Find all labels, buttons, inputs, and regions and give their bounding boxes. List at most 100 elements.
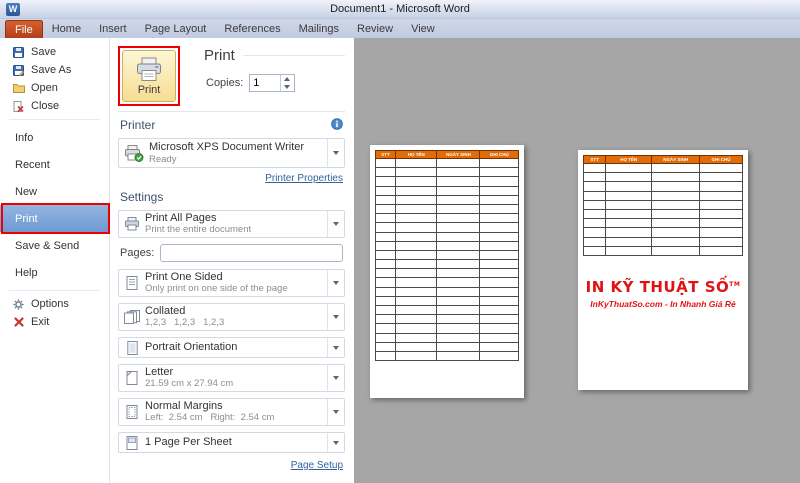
preview-page-1: STTHỌ TÊNNGÀY SINHGHI CHÚ bbox=[370, 145, 524, 398]
nav-label: Info bbox=[15, 132, 33, 144]
options-gear-icon bbox=[12, 299, 25, 310]
preview-page-2: STTHỌ TÊNNGÀY SINHGHI CHÚ IN KỸ THUẬT SỐ… bbox=[578, 150, 748, 390]
pages-input[interactable] bbox=[160, 244, 343, 262]
brand-stamp: IN KỸ THUẬT SỐTM InKyThuatSo.com - In Nh… bbox=[578, 278, 748, 309]
copies-row: Copies: bbox=[206, 74, 345, 92]
page-setup-link[interactable]: Page Setup bbox=[291, 460, 343, 471]
tab-review[interactable]: Review bbox=[348, 20, 402, 38]
printer-icon bbox=[135, 57, 163, 82]
sidebar-item-recent[interactable]: Recent bbox=[0, 151, 109, 178]
word-app-icon: W bbox=[6, 3, 20, 16]
dropdown-arrow-icon bbox=[333, 441, 339, 445]
print-settings-panel: Print Print Copies: Printer bbox=[111, 38, 353, 483]
sidebar-item-help[interactable]: Help bbox=[0, 259, 109, 286]
sidebar-item-label: Options bbox=[31, 298, 69, 310]
sidebar-item-label: Exit bbox=[31, 316, 49, 328]
chevron-down-icon bbox=[284, 85, 290, 89]
info-icon[interactable] bbox=[331, 118, 343, 133]
margins-icon bbox=[119, 405, 145, 419]
duplex-dropdown[interactable]: Print One Sided Only print on one side o… bbox=[118, 269, 345, 297]
printer-section-header: Printer bbox=[120, 118, 343, 132]
collated-pages-icon bbox=[119, 310, 145, 324]
sidebar-separator bbox=[9, 290, 100, 291]
copies-input[interactable] bbox=[250, 75, 280, 91]
dropdown-arrow-icon bbox=[333, 222, 339, 226]
sidebar-item-label: Open bbox=[31, 82, 58, 94]
tab-insert[interactable]: Insert bbox=[90, 20, 136, 38]
paper-size-icon bbox=[119, 371, 145, 385]
print-button[interactable]: Print bbox=[122, 50, 176, 102]
pages-per-sheet-dropdown[interactable]: 1 Page Per Sheet bbox=[118, 432, 345, 453]
preview-table-page-1: STTHỌ TÊNNGÀY SINHGHI CHÚ bbox=[375, 150, 519, 361]
sidebar-item-close[interactable]: Close bbox=[0, 97, 109, 115]
copies-stepper[interactable] bbox=[249, 74, 295, 92]
sidebar-item-new[interactable]: New bbox=[0, 178, 109, 205]
nav-label: Save & Send bbox=[15, 240, 79, 252]
pages-label: Pages: bbox=[120, 247, 154, 259]
collation-dropdown[interactable]: Collated 1,2,3 1,2,3 1,2,3 bbox=[118, 303, 345, 331]
word-window: W Document1 - Microsoft Word File Home I… bbox=[0, 0, 800, 483]
print-section-title: Print bbox=[204, 44, 345, 64]
nav-label: New bbox=[15, 186, 37, 198]
sidebar-item-label: Save bbox=[31, 46, 56, 58]
orientation-dropdown[interactable]: Portrait Orientation bbox=[118, 337, 345, 358]
sidebar-item-options[interactable]: Options bbox=[0, 295, 109, 313]
dropdown-arrow-icon bbox=[333, 151, 339, 155]
margins-dropdown[interactable]: Normal Margins Left: 2.54 cm Right: 2.54… bbox=[118, 398, 345, 426]
printer-status: Ready bbox=[149, 154, 327, 165]
sidebar-item-save-and-send[interactable]: Save & Send bbox=[0, 232, 109, 259]
save-as-icon bbox=[12, 65, 25, 76]
tab-file[interactable]: File bbox=[5, 20, 43, 38]
nav-label: Recent bbox=[15, 159, 50, 171]
copies-increment-button[interactable] bbox=[281, 75, 293, 83]
sidebar-item-label: Save As bbox=[31, 64, 71, 76]
printer-properties-link[interactable]: Printer Properties bbox=[265, 173, 343, 184]
tab-references[interactable]: References bbox=[215, 20, 289, 38]
sidebar-item-info[interactable]: Info bbox=[0, 124, 109, 151]
nav-label: Help bbox=[15, 267, 38, 279]
trademark-symbol: TM bbox=[729, 281, 740, 288]
section-divider bbox=[118, 111, 345, 112]
printer-selector[interactable]: Microsoft XPS Document Writer Ready bbox=[118, 138, 345, 168]
pages-row: Pages: bbox=[120, 244, 343, 262]
tab-home[interactable]: Home bbox=[43, 20, 90, 38]
copies-decrement-button[interactable] bbox=[281, 83, 293, 91]
sidebar-item-label: Close bbox=[31, 100, 59, 112]
portrait-orientation-icon bbox=[119, 341, 145, 355]
dropdown-arrow-icon bbox=[333, 281, 339, 285]
open-folder-icon bbox=[12, 83, 25, 93]
printer-name: Microsoft XPS Document Writer bbox=[149, 141, 327, 154]
exit-icon bbox=[12, 317, 25, 327]
dropdown-arrow-icon bbox=[333, 410, 339, 414]
chevron-up-icon bbox=[284, 77, 290, 81]
tab-page-layout[interactable]: Page Layout bbox=[136, 20, 216, 38]
paper-size-dropdown[interactable]: Letter 21.59 cm x 27.94 cm bbox=[118, 364, 345, 392]
backstage-sidebar: Save Save As Open Close Info Recent bbox=[0, 38, 110, 483]
print-header-section: Print Print Copies: bbox=[118, 44, 345, 108]
sidebar-item-open[interactable]: Open bbox=[0, 79, 109, 97]
sidebar-separator bbox=[9, 119, 100, 120]
brand-stamp-subtitle: InKyThuatSo.com - In Nhanh Giá Rẻ bbox=[578, 299, 748, 309]
pages-per-sheet-icon bbox=[119, 436, 145, 450]
title-bar: W Document1 - Microsoft Word bbox=[0, 0, 800, 19]
ribbon-tab-row: File Home Insert Page Layout References … bbox=[0, 19, 800, 38]
save-icon bbox=[12, 47, 25, 58]
dropdown-arrow-icon bbox=[333, 346, 339, 350]
print-range-dropdown[interactable]: Print All Pages Print the entire documen… bbox=[118, 210, 345, 238]
window-title: Document1 - Microsoft Word bbox=[0, 3, 800, 15]
brand-stamp-title: IN KỸ THUẬT SỐTM bbox=[578, 278, 748, 296]
sidebar-item-exit[interactable]: Exit bbox=[0, 313, 109, 331]
print-preview-pane: STTHỌ TÊNNGÀY SINHGHI CHÚ STTHỌ TÊNNGÀY … bbox=[354, 38, 800, 483]
print-button-label: Print bbox=[138, 84, 161, 96]
preview-table-page-2: STTHỌ TÊNNGÀY SINHGHI CHÚ bbox=[583, 155, 743, 256]
print-all-pages-icon bbox=[119, 217, 145, 231]
tab-view[interactable]: View bbox=[402, 20, 444, 38]
sidebar-item-save-as[interactable]: Save As bbox=[0, 61, 109, 79]
tab-mailings[interactable]: Mailings bbox=[290, 20, 348, 38]
dropdown-arrow-icon bbox=[333, 315, 339, 319]
close-document-icon bbox=[12, 101, 25, 112]
printer-device-icon bbox=[119, 145, 149, 162]
sidebar-item-print[interactable]: Print bbox=[0, 205, 109, 232]
sidebar-item-save[interactable]: Save bbox=[0, 43, 109, 61]
copies-label: Copies: bbox=[206, 77, 243, 89]
